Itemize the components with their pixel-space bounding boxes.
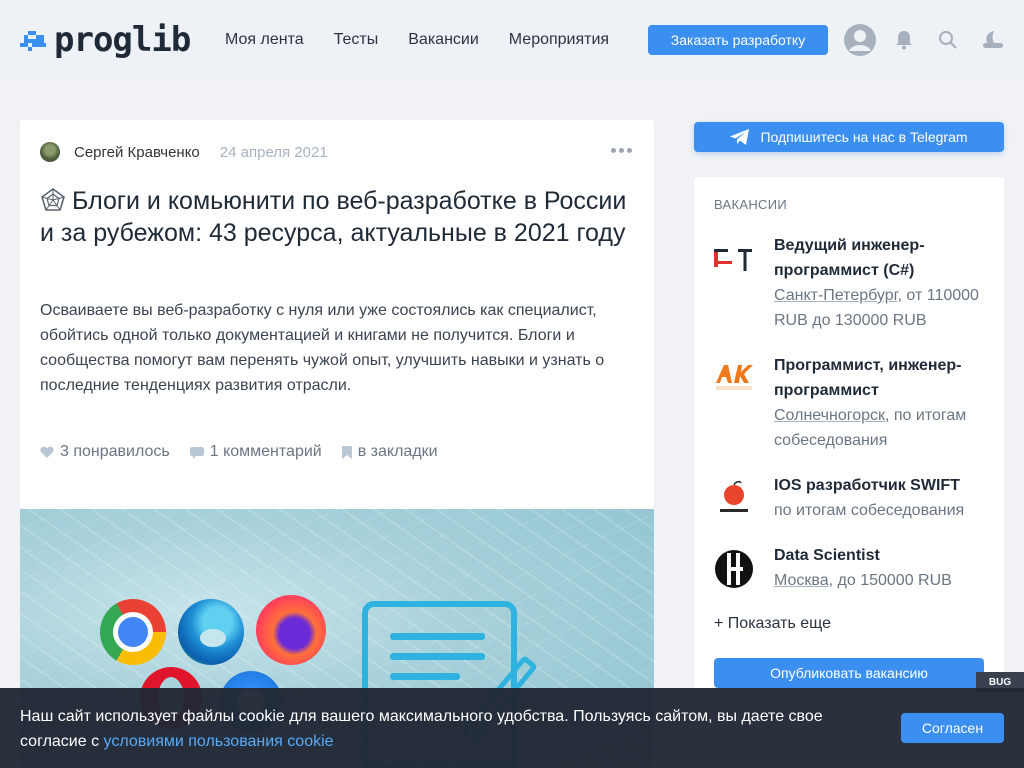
bell-icon[interactable]: [892, 22, 916, 58]
chrome-logo-icon: [100, 599, 166, 665]
vacancy-title[interactable]: Data Scientist: [774, 543, 994, 568]
vacancy-title[interactable]: Ведущий инженер-программист (C#): [774, 233, 994, 283]
proglib-logo[interactable]: proglib: [20, 20, 191, 60]
order-development-button[interactable]: Заказать разработку: [648, 25, 828, 55]
vacancy-city[interactable]: Санкт-Петербург: [774, 287, 898, 304]
company-logo-t-icon: [714, 249, 752, 271]
edge-logo-icon: [178, 599, 244, 665]
pentagon-web-icon: [41, 188, 65, 211]
company-logo-ds-icon: [715, 550, 753, 588]
vacancy-conditions: , до 150000 RUB: [828, 572, 952, 589]
company-logo-peach-icon: [720, 480, 748, 512]
article-title-text: Блоги и комьюнити по веб-разработке в Ро…: [40, 187, 627, 247]
publish-vacancy-button[interactable]: Опубликовать вакансию: [714, 658, 984, 688]
article-title[interactable]: Блоги и комьюнити по веб-разработке в Ро…: [40, 185, 640, 249]
article-lead: Осваиваете вы веб-разработку с нуля или …: [40, 302, 605, 394]
telegram-icon: [730, 128, 750, 145]
logo-text: proglib: [54, 20, 191, 60]
like-button[interactable]: 3 понравилось: [40, 443, 170, 461]
show-more-link[interactable]: + Показать еще: [714, 615, 831, 633]
author-name[interactable]: Сергей Кравченко: [74, 144, 200, 161]
likes-count: 3 понравилось: [60, 443, 170, 460]
bookmark-icon: [341, 445, 352, 459]
vacancies-heading: ВАКАНСИИ: [714, 197, 788, 212]
main-nav: Моя лента Тесты Вакансии Мероприятия: [225, 30, 639, 50]
telegram-subscribe-button[interactable]: Подпишитесь на нас в Telegram: [694, 122, 1004, 152]
firefox-logo-icon: [256, 595, 326, 665]
nav-item-events[interactable]: Мероприятия: [509, 30, 609, 50]
nav-item-feed[interactable]: Моя лента: [225, 30, 304, 50]
bookmark-button[interactable]: в закладки: [341, 443, 438, 461]
moon-icon[interactable]: [980, 22, 1006, 58]
cookie-accept-button[interactable]: Согласен: [901, 713, 1004, 743]
more-options-icon[interactable]: [611, 148, 632, 153]
cookie-text: Наш сайт использует файлы cookie для ваш…: [20, 704, 880, 754]
comments-button[interactable]: 1 комментарий: [189, 443, 322, 461]
vacancy-title[interactable]: Программист, инженер-программист: [774, 353, 994, 403]
search-icon[interactable]: [936, 22, 960, 58]
article-actions: 3 понравилось 1 комментарий в закладки: [40, 443, 458, 461]
company-logo-ak-icon: [716, 365, 753, 390]
article-meta: Сергей Кравченко 24 апреля 2021: [40, 142, 328, 162]
comments-count: 1 комментарий: [209, 443, 322, 460]
vacancy-city[interactable]: Солнечногорск: [774, 407, 885, 424]
site-header: proglib Моя лента Тесты Вакансии Меропри…: [0, 0, 1024, 80]
article-card: Сергей Кравченко 24 апреля 2021 Блоги и …: [20, 120, 654, 768]
vacancies-widget: ВАКАНСИИ Ведущий инженер-программист (C#…: [694, 177, 1004, 697]
logo-mark-icon: [20, 31, 46, 51]
comment-icon: [189, 446, 204, 459]
nav-item-vacancies[interactable]: Вакансии: [408, 30, 479, 50]
heart-icon: [40, 446, 54, 458]
bookmark-label: в закладки: [357, 443, 438, 460]
vacancy-city[interactable]: Москва: [774, 572, 829, 589]
publish-date: 24 апреля 2021: [219, 143, 328, 161]
author-avatar[interactable]: [40, 142, 60, 162]
cookie-policy-link[interactable]: условиями пользования cookie: [104, 733, 334, 750]
user-avatar-icon[interactable]: [842, 22, 878, 58]
vacancy-title[interactable]: IOS разработчик SWIFT: [774, 473, 994, 498]
cookie-banner: Наш сайт использует файлы cookie для ваш…: [0, 688, 1024, 768]
vacancy-conditions: по итогам собеседования: [774, 502, 965, 519]
telegram-button-label: Подпишитесь на нас в Telegram: [760, 129, 968, 145]
nav-item-tests[interactable]: Тесты: [334, 30, 379, 50]
